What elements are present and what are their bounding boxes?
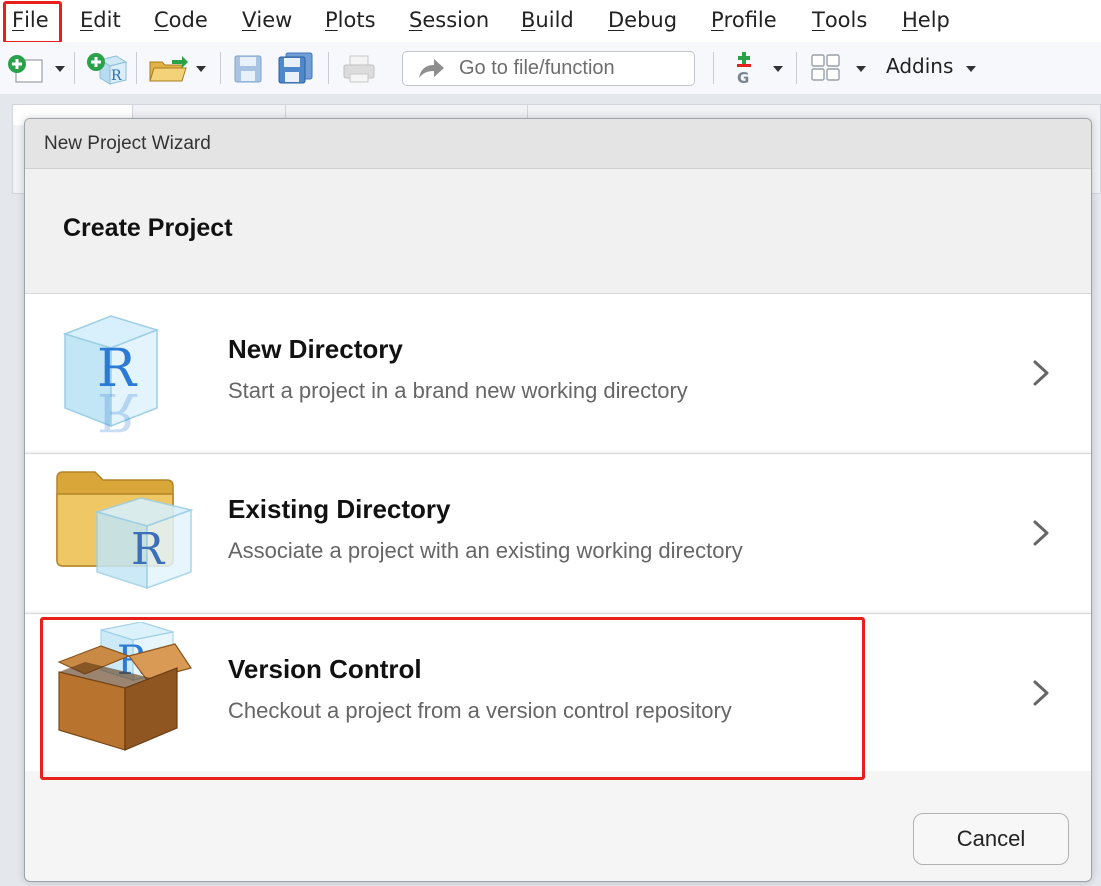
- menu-file[interactable]: File: [12, 6, 49, 34]
- toolbar-separator: [74, 52, 75, 84]
- option-version-control[interactable]: R Version Control Checkout a project fro…: [25, 613, 1091, 771]
- arrow-icon: [419, 59, 444, 78]
- option-title: Version Control: [228, 654, 422, 684]
- menu-tools[interactable]: Tools: [812, 6, 867, 34]
- chevron-right-icon: [1033, 360, 1049, 386]
- toolbar-separator: [796, 52, 797, 84]
- option-description: Checkout a project from a version contro…: [228, 698, 732, 723]
- svg-text:R: R: [131, 524, 166, 575]
- toolbar-separator: [136, 52, 137, 84]
- page-title: Create Project: [63, 214, 233, 242]
- option-existing-directory[interactable]: R Existing Directory Associate a project…: [25, 453, 1091, 611]
- toolbar-separator: [328, 52, 329, 84]
- menu-plots[interactable]: Plots: [325, 6, 376, 34]
- git-dropdown-caret[interactable]: [773, 66, 783, 72]
- svg-text:R: R: [97, 381, 138, 438]
- layout-dropdown-caret[interactable]: [856, 66, 866, 72]
- new-project-icon[interactable]: R: [86, 52, 128, 86]
- menu-bar: File Edit Code View Plots Session Build …: [0, 0, 1101, 40]
- menu-help[interactable]: Help: [902, 6, 950, 34]
- menu-session[interactable]: Session: [409, 6, 489, 34]
- menu-build[interactable]: Build: [521, 6, 574, 34]
- addins-label: Addins: [886, 54, 954, 78]
- r-cube-icon: R R: [62, 315, 160, 438]
- option-description: Start a project in a brand new working d…: [228, 378, 688, 403]
- menu-profile[interactable]: Profile: [711, 6, 777, 34]
- box-icon: R: [57, 622, 192, 751]
- toolbar: R Go to file/function G Addins: [0, 42, 1101, 94]
- option-title: Existing Directory: [228, 494, 451, 524]
- open-folder-icon[interactable]: [148, 54, 190, 84]
- dialog-titlebar[interactable]: New Project Wizard: [25, 119, 1091, 169]
- svg-text:R: R: [111, 68, 122, 84]
- cancel-button[interactable]: Cancel: [913, 813, 1069, 865]
- layout-grid-icon[interactable]: [810, 53, 842, 83]
- print-icon[interactable]: [342, 54, 376, 84]
- option-description: Associate a project with an existing wor…: [228, 538, 743, 563]
- option-new-directory[interactable]: R R New Directory Start a project in a b…: [25, 293, 1091, 451]
- go-to-file-placeholder: Go to file/function: [459, 57, 615, 79]
- toolbar-separator: [713, 52, 714, 84]
- menu-view[interactable]: View: [242, 6, 292, 34]
- dialog-header: Create Project: [25, 169, 1091, 293]
- menu-debug[interactable]: Debug: [608, 6, 677, 34]
- save-all-icon[interactable]: [278, 52, 314, 84]
- chevron-right-icon: [1033, 520, 1049, 546]
- folder-r-cube-icon: R: [56, 471, 194, 590]
- dialog-title: New Project Wizard: [44, 133, 211, 154]
- open-folder-dropdown-caret[interactable]: [196, 66, 206, 72]
- git-icon[interactable]: G: [731, 50, 759, 86]
- save-icon[interactable]: [234, 54, 262, 84]
- go-to-file-input[interactable]: Go to file/function: [402, 51, 695, 86]
- menu-code[interactable]: Code: [154, 6, 208, 34]
- menu-edit[interactable]: Edit: [80, 6, 121, 34]
- option-title: New Directory: [228, 334, 403, 364]
- new-file-icon[interactable]: [6, 54, 44, 84]
- chevron-right-icon: [1033, 680, 1049, 706]
- addins-dropdown-caret[interactable]: [966, 66, 976, 72]
- addins-menu[interactable]: Addins: [886, 54, 953, 78]
- toolbar-separator: [220, 52, 221, 84]
- new-project-wizard-dialog: New Project Wizard Create Project R R Ne…: [24, 118, 1092, 882]
- svg-text:G: G: [737, 69, 749, 86]
- new-file-dropdown-caret[interactable]: [55, 66, 65, 72]
